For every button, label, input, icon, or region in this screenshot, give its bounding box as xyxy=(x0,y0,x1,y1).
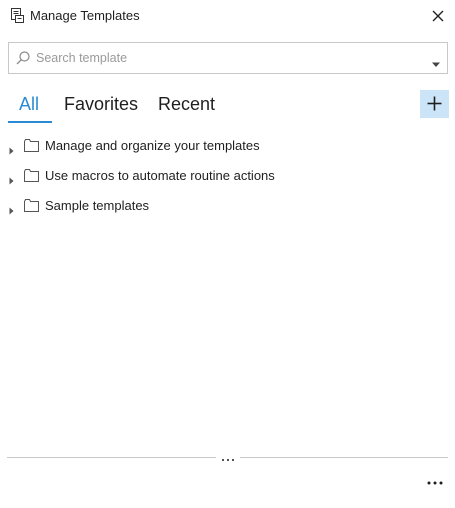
search-icon xyxy=(15,50,31,66)
active-tab-indicator xyxy=(8,121,52,123)
tab-favorites[interactable]: Favorites xyxy=(64,94,138,115)
tree-item-label: Sample templates xyxy=(45,198,150,213)
folder-icon xyxy=(24,199,39,212)
close-button[interactable] xyxy=(428,6,448,26)
plus-icon xyxy=(427,96,442,111)
tab-recent[interactable]: Recent xyxy=(158,94,215,115)
folder-icon xyxy=(24,139,39,152)
templates-icon xyxy=(9,7,25,24)
search-dropdown-button[interactable] xyxy=(431,55,441,67)
close-icon xyxy=(432,10,444,22)
tree-item-manage-organize[interactable]: Manage and organize your templates xyxy=(0,135,455,157)
expand-arrow-icon[interactable] xyxy=(9,142,14,155)
title-bar: Manage Templates xyxy=(0,0,455,32)
tree-item-sample-templates[interactable]: Sample templates xyxy=(0,195,455,217)
manage-templates-window: Manage Templates All Favorites Recent xyxy=(0,0,455,508)
tree-item-use-macros[interactable]: Use macros to automate routine actions xyxy=(0,165,455,187)
more-options-icon xyxy=(427,481,443,485)
search-box xyxy=(8,42,448,74)
splitter-grip-icon[interactable] xyxy=(216,452,240,462)
expand-arrow-icon[interactable] xyxy=(9,202,14,215)
tree-item-label: Manage and organize your templates xyxy=(45,138,260,153)
more-options-button[interactable] xyxy=(422,474,448,492)
add-template-button[interactable] xyxy=(420,90,449,118)
search-input[interactable] xyxy=(36,48,416,68)
tab-all[interactable]: All xyxy=(19,94,39,115)
expand-arrow-icon[interactable] xyxy=(9,172,14,185)
chevron-down-icon xyxy=(432,62,440,67)
tree-item-label: Use macros to automate routine actions xyxy=(45,168,275,183)
folder-icon xyxy=(24,169,39,182)
window-title: Manage Templates xyxy=(30,8,140,23)
